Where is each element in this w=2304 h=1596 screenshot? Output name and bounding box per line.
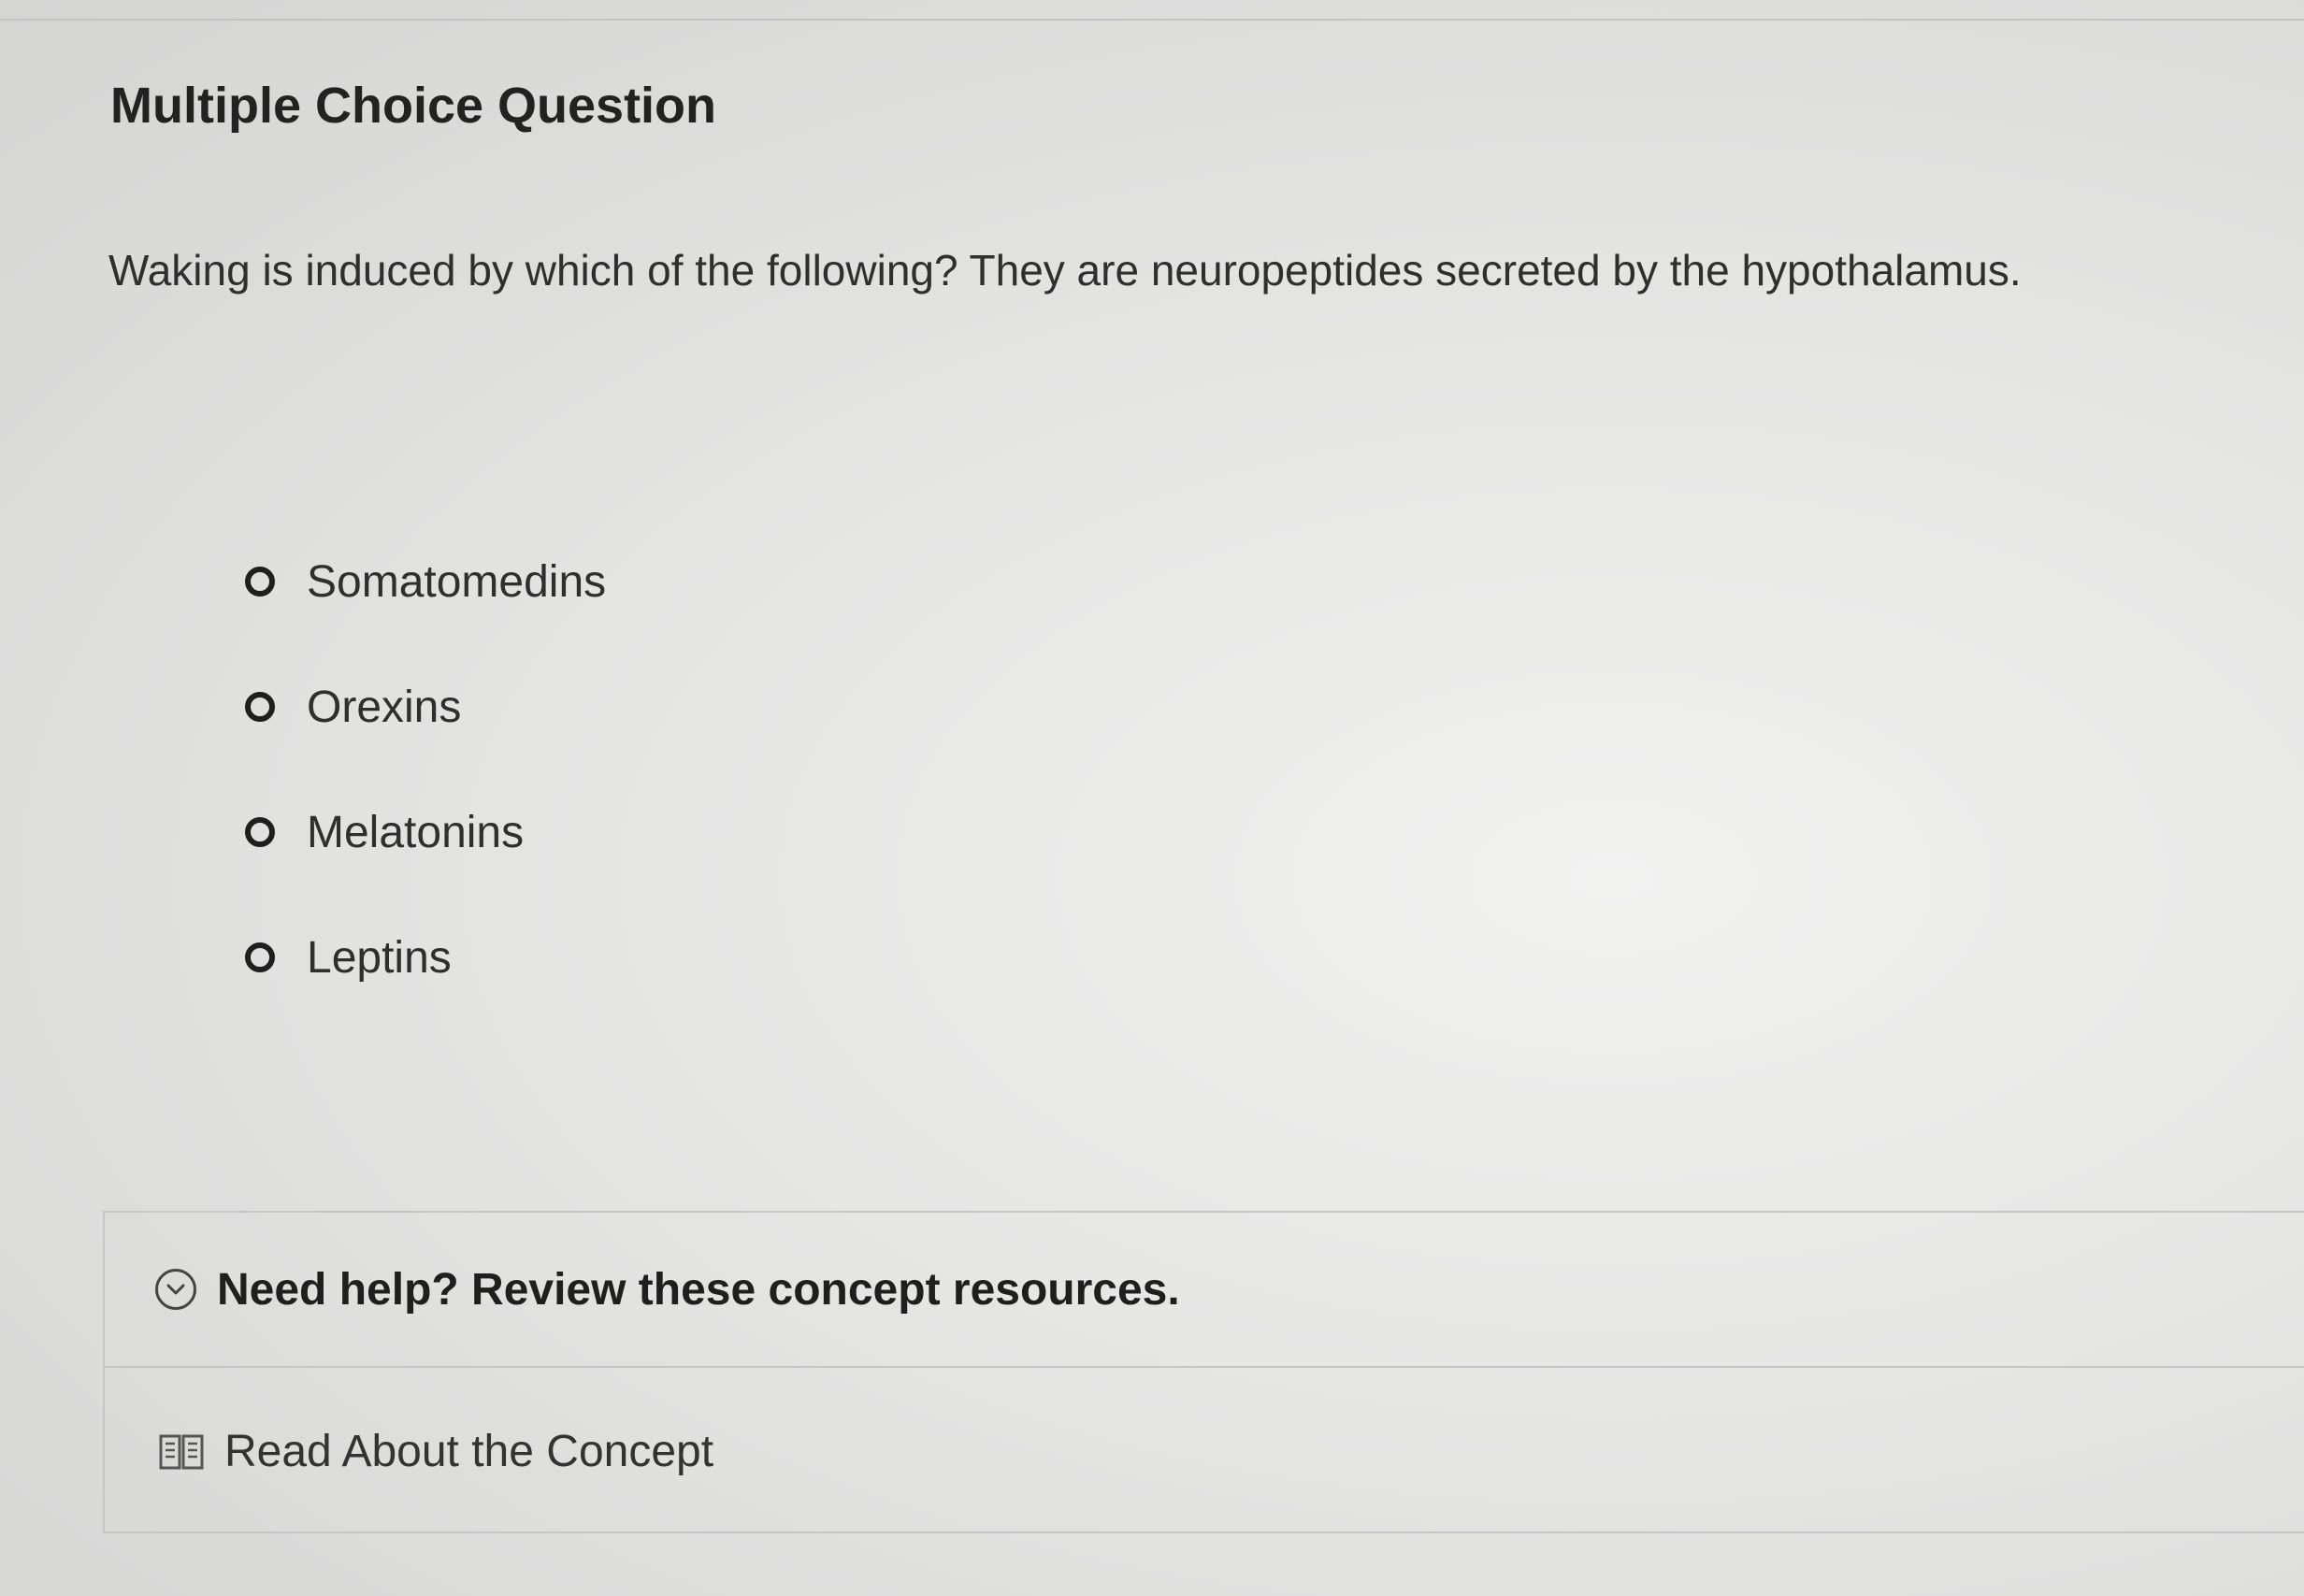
read-about-concept-label: Read About the Concept xyxy=(224,1427,714,1476)
option-label: Somatomedins xyxy=(307,556,607,607)
option-label: Orexins xyxy=(307,682,462,732)
book-icon xyxy=(159,1433,204,1471)
question-text: Waking is induced by which of the follow… xyxy=(108,246,2022,295)
concept-resources-toggle[interactable]: Need help? Review these concept resource… xyxy=(105,1213,2304,1368)
option-orexins[interactable]: Orexins xyxy=(245,677,606,737)
radio-button[interactable] xyxy=(245,567,275,597)
option-melatonins[interactable]: Melatonins xyxy=(245,802,606,862)
option-label: Melatonins xyxy=(307,807,525,857)
page-title: Multiple Choice Question xyxy=(110,78,717,134)
radio-button[interactable] xyxy=(245,692,275,722)
concept-resources-panel: Need help? Review these concept resource… xyxy=(103,1211,2304,1533)
radio-button[interactable] xyxy=(245,817,275,847)
concept-resources-heading: Need help? Review these concept resource… xyxy=(217,1264,1180,1315)
option-leptins[interactable]: Leptins xyxy=(245,927,606,987)
answer-options: Somatomedins Orexins Melatonins Leptins xyxy=(245,552,606,1053)
radio-button[interactable] xyxy=(245,942,275,972)
top-divider xyxy=(0,19,2304,21)
option-label: Leptins xyxy=(307,932,452,983)
option-somatomedins[interactable]: Somatomedins xyxy=(245,552,606,611)
chevron-down-circle-icon xyxy=(155,1269,196,1310)
read-about-concept-link[interactable]: Read About the Concept xyxy=(105,1368,2304,1535)
